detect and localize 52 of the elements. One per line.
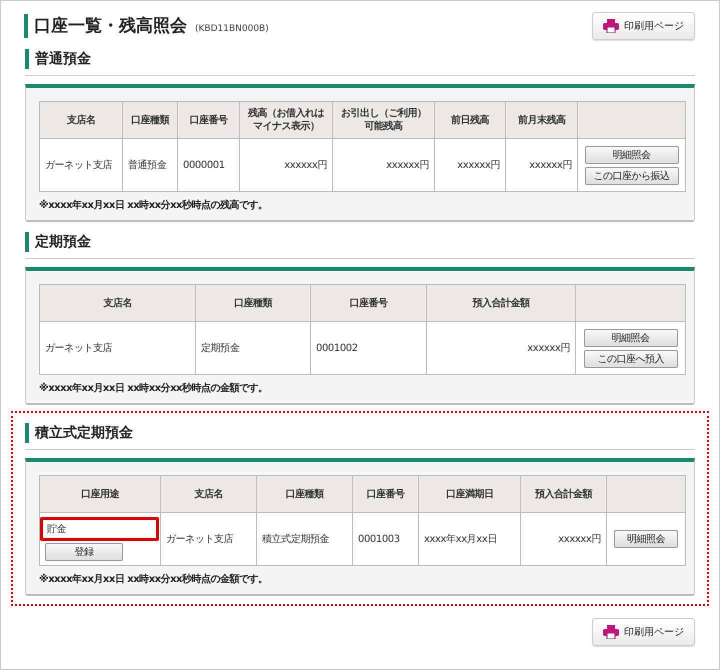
amount-text: xxxxxx円: [284, 160, 327, 171]
section-title: 定期預金: [25, 232, 695, 252]
column-header: 口座種類: [196, 284, 310, 322]
action-button[interactable]: この口座から振込: [584, 166, 678, 184]
column-header: 口座番号: [310, 284, 426, 322]
table-cell-text: ガーネット支店: [166, 534, 234, 545]
section-title: 積立式定期預金: [25, 423, 695, 443]
action-button[interactable]: 明細照会: [584, 146, 678, 164]
note-text: ※xxxx年xx月xx日 xx時xx分xx秒時点の残高です。: [39, 198, 269, 212]
amount-text: xxxxxx円: [527, 343, 570, 354]
page-title: 口座一覧・残高照会: [24, 14, 187, 38]
action-button[interactable]: 明細照会: [614, 530, 678, 548]
action-button[interactable]: 明細照会: [584, 328, 678, 346]
column-header: お引出し（ご利用）可能残高: [332, 102, 434, 138]
column-header: 預入合計金額: [426, 284, 576, 322]
column-header: 預入合計金額: [520, 476, 606, 512]
column-header: 支店名: [40, 284, 196, 322]
table-cell-text: 0001002: [316, 342, 358, 354]
amount-text: xxxxxx円: [529, 160, 572, 171]
column-header: 口座番号: [352, 476, 418, 512]
amount-text: xxxxxx円: [558, 534, 601, 545]
table-cell-text: 定期預金: [201, 343, 240, 354]
table-cell-text: ガーネット支店: [45, 160, 112, 171]
section-title: 普通預金: [25, 49, 695, 69]
printer-icon: [603, 625, 619, 639]
column-header: 口座用途: [40, 476, 160, 512]
column-header: 前日残高: [434, 102, 506, 138]
note-text: ※xxxx年xx月xx日 xx時xx分xx秒時点の金額です。: [39, 572, 269, 586]
column-header: 残高（お借入れはマイナス表示）: [240, 102, 332, 138]
table-cell-text: 普通預金: [128, 160, 166, 171]
column-header: 口座種類: [122, 102, 178, 138]
action-button[interactable]: この口座へ預入: [584, 350, 678, 368]
print-button[interactable]: 印刷用ページ: [592, 12, 695, 40]
column-header: 前月末残高: [506, 102, 578, 138]
table-cell-text: 0001003: [358, 534, 400, 544]
column-header: 口座種類: [256, 476, 352, 512]
column-header: 支店名: [160, 476, 256, 512]
column-header: 支店名: [40, 102, 122, 138]
printer-icon: [603, 19, 619, 33]
table-cell-text: 積立式定期預金: [262, 534, 330, 545]
usage-text: 貯金: [40, 517, 159, 541]
table-cell-text: xxxx年xx月xx日: [424, 534, 497, 545]
column-header: 口座満期日: [418, 476, 520, 512]
amount-text: xxxxxx円: [457, 160, 500, 171]
table-cell-text: ガーネット支店: [45, 343, 112, 354]
table-cell-text: 0000001: [183, 160, 225, 170]
register-button[interactable]: 登録: [45, 543, 123, 561]
column-header: 口座番号: [178, 102, 240, 138]
print-button[interactable]: 印刷用ページ: [592, 618, 695, 646]
note-text: ※xxxx年xx月xx日 xx時xx分xx秒時点の金額です。: [39, 382, 269, 395]
amount-text: xxxxxx円: [386, 160, 429, 171]
screen-code: (KBD11BN000B): [195, 24, 269, 34]
